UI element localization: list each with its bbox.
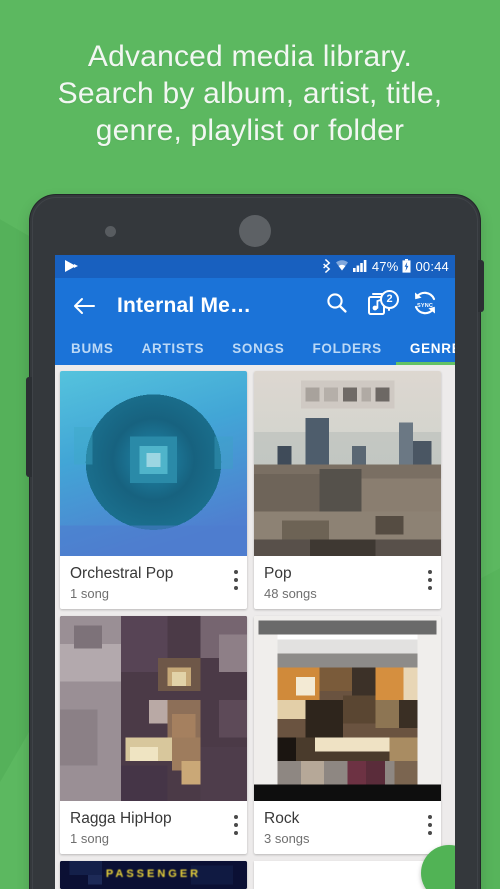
genre-title: Rock xyxy=(264,810,300,827)
genre-card-body: Rock 3 songs xyxy=(254,801,441,854)
album-art-grey-cityscape xyxy=(254,371,441,556)
genre-card-partial[interactable]: PASSENGER xyxy=(60,861,247,889)
genre-card[interactable]: Orchestral Pop 1 song xyxy=(60,371,247,609)
genre-subtitle: 1 song xyxy=(70,586,110,601)
sync-button[interactable]: SYNC xyxy=(405,286,445,326)
proximity-sensor-icon xyxy=(105,226,116,237)
album-art-blue-vinyl xyxy=(60,371,247,556)
genre-card-body: Ragga HipHop 1 song xyxy=(60,801,247,854)
back-button[interactable] xyxy=(67,289,101,323)
status-bar: 47% 00:44 xyxy=(55,255,455,278)
genre-subtitle: 3 songs xyxy=(264,831,310,846)
tab-albums[interactable]: BUMS xyxy=(57,341,128,365)
genre-title: Ragga HipHop xyxy=(70,810,172,827)
genre-card[interactable]: Rock 3 songs xyxy=(254,616,441,854)
genre-title: Orchestral Pop xyxy=(70,565,174,582)
volume-button[interactable] xyxy=(26,377,32,477)
overflow-menu-icon[interactable] xyxy=(428,570,432,594)
app-toolbar: Internal Me… 2 SYNC xyxy=(55,278,455,333)
battery-percent-label: 47% xyxy=(371,259,399,274)
genre-card[interactable]: Pop 48 songs xyxy=(254,371,441,609)
genres-grid[interactable]: Orchestral Pop 1 song Pop 48 songs Ragga… xyxy=(55,365,455,889)
page-title: Internal Me… xyxy=(117,293,252,317)
media-queue-button[interactable]: 2 xyxy=(361,286,401,326)
overflow-menu-icon[interactable] xyxy=(234,570,238,594)
genre-subtitle: 48 songs xyxy=(264,586,317,601)
phone-screen: 47% 00:44 Internal Me… 2 SYNC BUMS ARTIS… xyxy=(55,255,455,889)
genre-card-body: Orchestral Pop 1 song xyxy=(60,556,247,609)
sync-label: SYNC xyxy=(416,302,434,309)
phone-mockup: 47% 00:44 Internal Me… 2 SYNC BUMS ARTIS… xyxy=(26,195,484,889)
overflow-menu-icon[interactable] xyxy=(234,815,238,839)
tab-songs[interactable]: SONGS xyxy=(218,341,298,365)
genre-subtitle: 1 song xyxy=(70,831,110,846)
grid-row: Orchestral Pop 1 song Pop 48 songs xyxy=(60,371,450,609)
headline-line-2: Search by album, artist, title, xyxy=(57,77,443,110)
genre-card-partial[interactable] xyxy=(254,861,441,889)
bluetooth-icon xyxy=(322,258,331,275)
battery-charging-icon xyxy=(402,258,411,275)
album-art-passenger-text: PASSENGER xyxy=(105,868,202,880)
front-camera-icon xyxy=(239,215,271,247)
search-icon xyxy=(325,291,349,320)
genre-card-body: Pop 48 songs xyxy=(254,556,441,609)
media-queue-badge: 2 xyxy=(380,289,399,309)
play-icon xyxy=(63,259,79,275)
headline-line-3: genre, playlist or folder xyxy=(95,114,405,147)
tab-folders[interactable]: FOLDERS xyxy=(298,341,395,365)
power-button[interactable] xyxy=(478,260,484,312)
status-bar-indicators: 47% 00:44 xyxy=(322,258,449,275)
status-bar-notifications xyxy=(63,259,322,275)
tab-bar: BUMS ARTISTS SONGS FOLDERS GENRES xyxy=(55,333,455,365)
genre-title: Pop xyxy=(264,565,292,582)
promo-headline: Advanced media library. Search by album,… xyxy=(0,38,500,149)
genre-card[interactable]: Ragga HipHop 1 song xyxy=(60,616,247,854)
album-art-brown-collage xyxy=(254,616,441,801)
album-art-passenger: PASSENGER xyxy=(60,861,247,889)
signal-icon xyxy=(352,259,368,274)
album-art-dark-purple-portrait xyxy=(60,616,247,801)
tab-artists[interactable]: ARTISTS xyxy=(128,341,219,365)
clock-label: 00:44 xyxy=(415,259,449,274)
search-button[interactable] xyxy=(317,286,357,326)
overflow-menu-icon[interactable] xyxy=(428,815,432,839)
grid-row-partial: PASSENGER xyxy=(60,861,450,889)
headline-line-1: Advanced media library. xyxy=(87,40,413,73)
grid-row: Ragga HipHop 1 song Rock 3 songs xyxy=(60,616,450,854)
wifi-icon xyxy=(335,259,349,274)
